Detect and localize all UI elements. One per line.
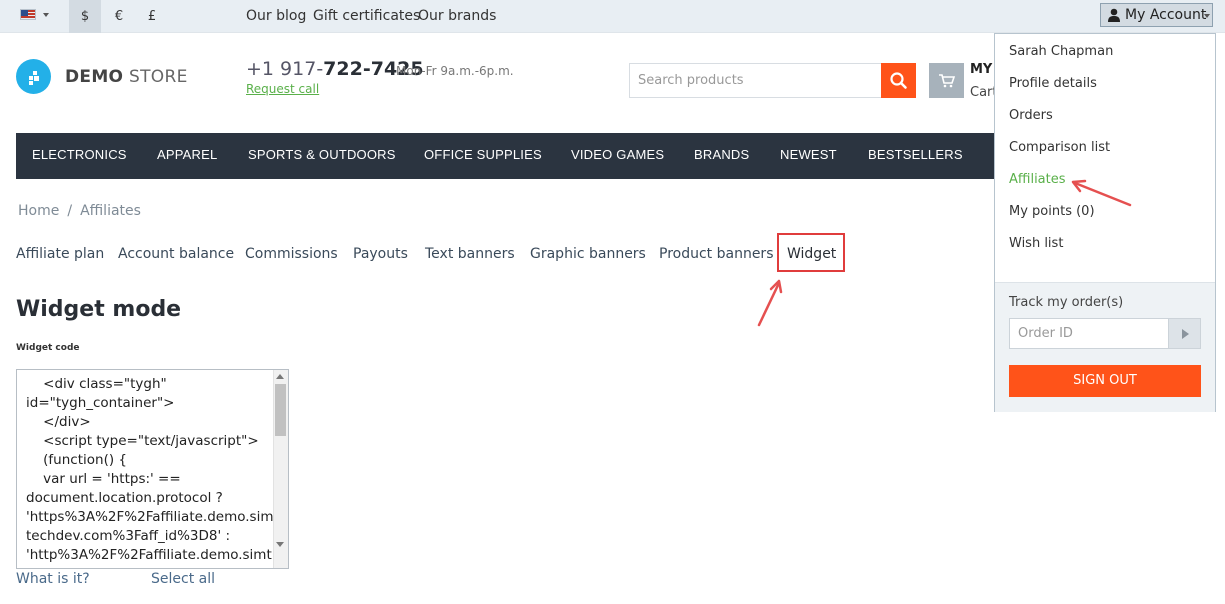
tab-product-banners[interactable]: Product banners — [659, 246, 773, 262]
scroll-up-icon[interactable] — [276, 374, 284, 379]
widget-tab-highlight — [777, 233, 845, 272]
menu-wish-list[interactable]: Wish list — [1009, 236, 1063, 251]
what-is-it-link[interactable]: What is it? — [16, 571, 90, 587]
play-arrow-icon — [1182, 329, 1189, 339]
menu-orders[interactable]: Orders — [1009, 108, 1053, 123]
widget-code-text[interactable]: <div class="tygh" id="tygh_container"> <… — [26, 375, 276, 565]
cart-button[interactable] — [929, 63, 964, 98]
nav-video-games[interactable]: VIDEO GAMES — [571, 147, 664, 162]
track-order-button[interactable] — [1168, 318, 1201, 349]
nav-apparel[interactable]: APPAREL — [157, 147, 217, 162]
logo-bold: DEMO — [65, 67, 124, 87]
top-bar: $ € £ Our blog Gift certificates Our bra… — [0, 0, 1225, 33]
currency-gbp[interactable]: £ — [136, 0, 168, 33]
main-nav: ELECTRONICS APPAREL SPORTS & OUTDOORS OF… — [16, 133, 1016, 179]
tab-commissions[interactable]: Commissions — [245, 246, 338, 262]
nav-electronics[interactable]: ELECTRONICS — [32, 147, 127, 162]
page-title: Widget mode — [16, 297, 182, 322]
chevron-down-icon[interactable] — [43, 13, 49, 17]
phone-prefix: +1 917- — [246, 58, 324, 80]
logo-light: STORE — [123, 67, 188, 87]
breadcrumb-home[interactable]: Home — [18, 203, 59, 219]
us-flag-icon[interactable] — [20, 9, 36, 20]
search-icon — [890, 72, 907, 89]
link-our-blog[interactable]: Our blog — [246, 8, 306, 24]
menu-my-points[interactable]: My points (0) — [1009, 204, 1095, 219]
menu-user-name[interactable]: Sarah Chapman — [1009, 44, 1113, 59]
cart-title[interactable]: MY — [970, 62, 992, 77]
user-icon — [1108, 8, 1120, 22]
request-call-link[interactable]: Request call — [246, 82, 319, 96]
tab-graphic-banners[interactable]: Graphic banners — [530, 246, 646, 262]
breadcrumb: Home / Affiliates — [18, 203, 141, 219]
nav-brands[interactable]: BRANDS — [694, 147, 749, 162]
link-our-brands[interactable]: Our brands — [418, 8, 496, 24]
nav-sports-outdoors[interactable]: SPORTS & OUTDOORS — [248, 147, 396, 162]
tab-text-banners[interactable]: Text banners — [425, 246, 515, 262]
logo-text[interactable]: DEMO STORE — [65, 67, 188, 87]
breadcrumb-separator: / — [67, 203, 73, 219]
track-order-panel: Track my order(s) Order ID SIGN OUT — [995, 282, 1215, 412]
widget-code-textarea[interactable]: <div class="tygh" id="tygh_container"> <… — [16, 369, 289, 569]
menu-profile-details[interactable]: Profile details — [1009, 76, 1097, 91]
menu-comparison-list[interactable]: Comparison list — [1009, 140, 1110, 155]
nav-newest[interactable]: NEWEST — [780, 147, 837, 162]
my-account-label: My Account — [1125, 7, 1207, 23]
arrowhead-icon — [769, 279, 783, 294]
tab-account-balance[interactable]: Account balance — [118, 246, 234, 262]
tab-payouts[interactable]: Payouts — [353, 246, 408, 262]
cart-icon — [939, 74, 956, 88]
track-order-label: Track my order(s) — [1009, 295, 1124, 310]
widget-code-label: Widget code — [16, 343, 80, 353]
menu-affiliates[interactable]: Affiliates — [1009, 172, 1066, 187]
nav-office-supplies[interactable]: OFFICE SUPPLIES — [424, 147, 542, 162]
scrollbar-thumb[interactable] — [275, 384, 286, 436]
search-button[interactable] — [881, 63, 916, 98]
nav-bestsellers[interactable]: BESTSELLERS — [868, 147, 963, 162]
scroll-down-icon[interactable] — [276, 542, 284, 547]
currency-usd[interactable]: $ — [69, 0, 101, 33]
sign-out-button[interactable]: SIGN OUT — [1009, 365, 1201, 397]
select-all-link[interactable]: Select all — [151, 571, 215, 587]
order-id-input[interactable]: Order ID — [1009, 318, 1169, 349]
my-account-button[interactable]: My Account — [1100, 3, 1213, 27]
search-input[interactable]: Search products — [629, 63, 882, 98]
chevron-down-icon — [1204, 14, 1210, 18]
tab-affiliate-plan[interactable]: Affiliate plan — [16, 246, 104, 262]
textarea-scrollbar[interactable] — [273, 370, 288, 568]
breadcrumb-current: Affiliates — [80, 203, 141, 219]
arrow-to-widget-tab — [757, 281, 781, 327]
business-hours: Mon-Fr 9a.m.-6p.m. — [396, 64, 514, 78]
link-gift-certificates[interactable]: Gift certificates — [313, 8, 420, 24]
logo-icon[interactable] — [16, 59, 51, 94]
currency-eur[interactable]: € — [103, 0, 135, 33]
my-account-dropdown: Sarah Chapman Profile details Orders Com… — [994, 33, 1216, 412]
